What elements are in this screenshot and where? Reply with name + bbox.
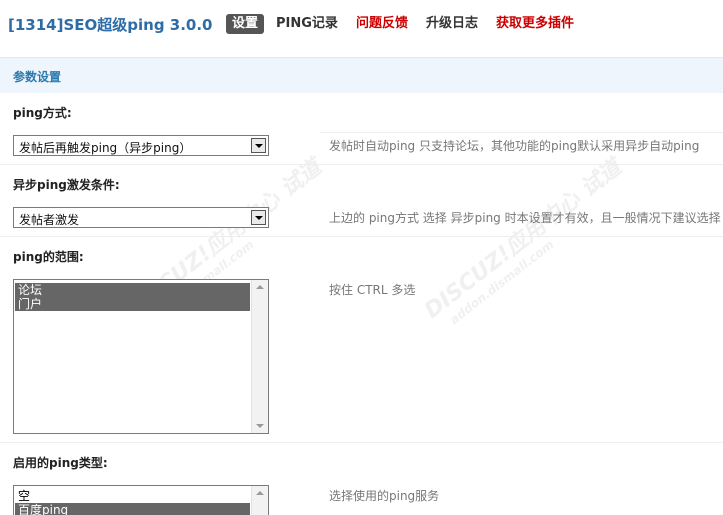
async-trigger-select[interactable]: 发帖者激发 bbox=[13, 207, 269, 228]
section-title: 参数设置 bbox=[13, 70, 62, 84]
nav-tab-settings[interactable]: 设置 bbox=[226, 14, 265, 34]
divider bbox=[0, 236, 723, 237]
async-trigger-tip: 上边的 ping方式 选择 异步ping 时本设置才有效，且一般情况下建议选择 bbox=[329, 211, 721, 225]
divider bbox=[0, 442, 723, 443]
scroll-up-icon[interactable] bbox=[256, 491, 264, 495]
list-option[interactable]: 百度ping bbox=[15, 503, 250, 515]
scrollbar[interactable] bbox=[251, 280, 268, 433]
async-trigger-label: 异步ping激发条件: bbox=[13, 178, 120, 192]
ping-types-tip: 选择使用的ping服务 bbox=[329, 489, 440, 503]
scroll-down-icon[interactable] bbox=[256, 424, 264, 428]
nav-tab-more-plugins[interactable]: 获取更多插件 bbox=[496, 14, 574, 34]
top-nav: 设置 PING记录 问题反馈 升级日志 获取更多插件 bbox=[226, 13, 592, 35]
header: [1314]SEO超级ping 3.0.0 设置 PING记录 问题反馈 升级日… bbox=[0, 0, 723, 46]
app-title: [1314]SEO超级ping 3.0.0 bbox=[8, 16, 213, 34]
ping-types-label: 启用的ping类型: bbox=[13, 456, 108, 470]
list-option[interactable]: 门户 bbox=[15, 297, 250, 311]
list-option[interactable]: 空 bbox=[15, 489, 250, 503]
ping-scope-label: ping的范围: bbox=[13, 250, 84, 264]
divider bbox=[320, 132, 723, 133]
watermark: DISCUZ!应用中心 试道 addon.dismall.com bbox=[420, 155, 627, 327]
chevron-down-icon[interactable] bbox=[251, 210, 266, 225]
nav-tab-feedback[interactable]: 问题反馈 bbox=[356, 14, 408, 34]
scroll-up-icon[interactable] bbox=[256, 285, 264, 289]
divider bbox=[0, 164, 723, 165]
ping-scope-tip: 按住 CTRL 多选 bbox=[329, 283, 416, 297]
ping-types-listbox[interactable]: 空 百度ping bbox=[13, 485, 269, 515]
ping-mode-tip: 发帖时自动ping 只支持论坛，其他功能的ping默认采用异步自动ping bbox=[329, 139, 700, 153]
async-trigger-value: 发帖者激发 bbox=[19, 213, 80, 227]
ping-mode-label: ping方式: bbox=[13, 106, 72, 120]
section-header: 参数设置 bbox=[0, 57, 723, 93]
nav-tab-ping-log[interactable]: PING记录 bbox=[276, 14, 338, 34]
chevron-down-icon[interactable] bbox=[251, 138, 266, 153]
ping-mode-value: 发帖后再触发ping（异步ping） bbox=[19, 141, 192, 155]
list-option[interactable]: 论坛 bbox=[15, 283, 250, 297]
scrollbar[interactable] bbox=[251, 486, 268, 515]
nav-tab-changelog[interactable]: 升级日志 bbox=[426, 14, 478, 34]
ping-mode-select[interactable]: 发帖后再触发ping（异步ping） bbox=[13, 135, 269, 156]
ping-scope-listbox[interactable]: 论坛 门户 bbox=[13, 279, 269, 434]
